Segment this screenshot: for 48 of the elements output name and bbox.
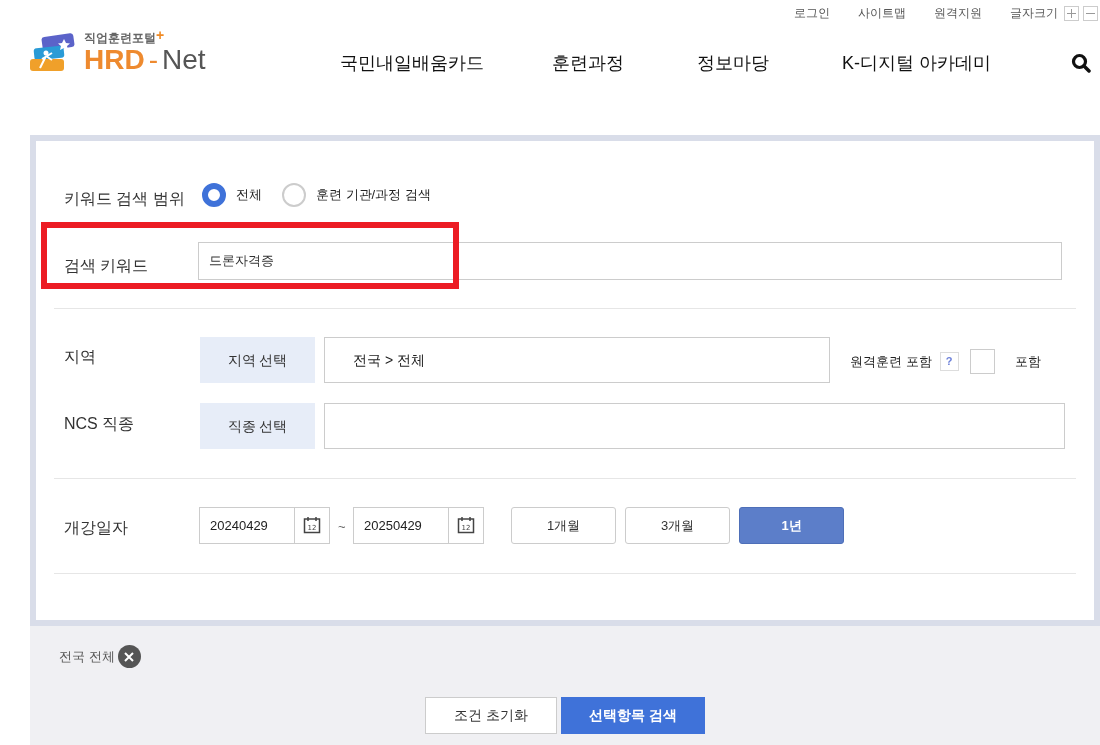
logo-plus: +	[156, 28, 165, 42]
include-label: 포함	[1014, 352, 1041, 371]
field-label: NCS 직종	[64, 414, 135, 434]
radio-button[interactable]	[282, 183, 306, 207]
nav-menu-item[interactable]: 훈련과정	[552, 50, 624, 77]
nav-menu-item[interactable]: 국민내일배움카드	[340, 50, 484, 77]
zoom-in-button[interactable]	[1064, 5, 1079, 21]
filter-chip-label: 전국 전체	[59, 647, 115, 666]
nav-menu-item[interactable]: K-디지털 아카데미	[842, 50, 991, 77]
utility-link[interactable]: 로그인	[794, 4, 830, 22]
zoom-out-button[interactable]	[1083, 5, 1098, 21]
tilde: ~	[338, 518, 346, 536]
search-submit-button[interactable]: 선택항목 검색	[561, 697, 705, 734]
date-value: 20240429	[209, 516, 269, 535]
utility-link[interactable]: 원격지원	[934, 4, 982, 22]
region-select-button[interactable]: 지역 선택	[200, 337, 315, 383]
remote-training-label: 원격훈련 포함	[850, 352, 932, 371]
field-label: 키워드 검색 범위	[64, 189, 185, 209]
help-button[interactable]: ?	[939, 352, 959, 371]
logo-brand: Net	[162, 46, 206, 74]
logo-brand: HRD	[84, 46, 145, 74]
period-button[interactable]: 1개월	[511, 507, 616, 544]
close-icon	[123, 650, 136, 663]
date-value: 20250429	[363, 516, 423, 535]
search-button[interactable]	[1070, 52, 1092, 74]
logo-dash: -	[148, 46, 158, 74]
period-button[interactable]: 1년	[739, 507, 844, 544]
period-button[interactable]: 3개월	[625, 507, 730, 544]
radio-button[interactable]	[202, 183, 226, 207]
field-label: 개강일자	[64, 518, 128, 538]
utility-link[interactable]: 사이트맵	[858, 4, 906, 22]
logo-tagline: 직업훈련포털	[84, 32, 156, 44]
occupation-select-button[interactable]: 직종 선택	[200, 403, 315, 449]
logo-icon	[30, 33, 76, 73]
radio-option[interactable]: 전체	[202, 183, 262, 207]
include-checkbox[interactable]	[969, 349, 995, 374]
plus-icon	[1066, 7, 1077, 19]
nav-menu-item[interactable]: 정보마당	[697, 50, 769, 77]
keyword-input[interactable]: 드론자격증	[198, 242, 1062, 280]
field-label: 지역	[64, 347, 96, 367]
occupation-field[interactable]	[324, 403, 1065, 449]
region-field[interactable]: 전국 > 전체	[324, 337, 830, 383]
field-label: 검색 키워드	[64, 256, 149, 276]
utility-link[interactable]: 글자크기	[1010, 4, 1058, 22]
reset-button[interactable]: 조건 초기화	[425, 697, 557, 734]
remove-filter-button[interactable]	[117, 645, 141, 668]
search-icon	[1071, 53, 1091, 73]
radio-option[interactable]: 훈련 기관/과정 검색	[282, 183, 431, 207]
